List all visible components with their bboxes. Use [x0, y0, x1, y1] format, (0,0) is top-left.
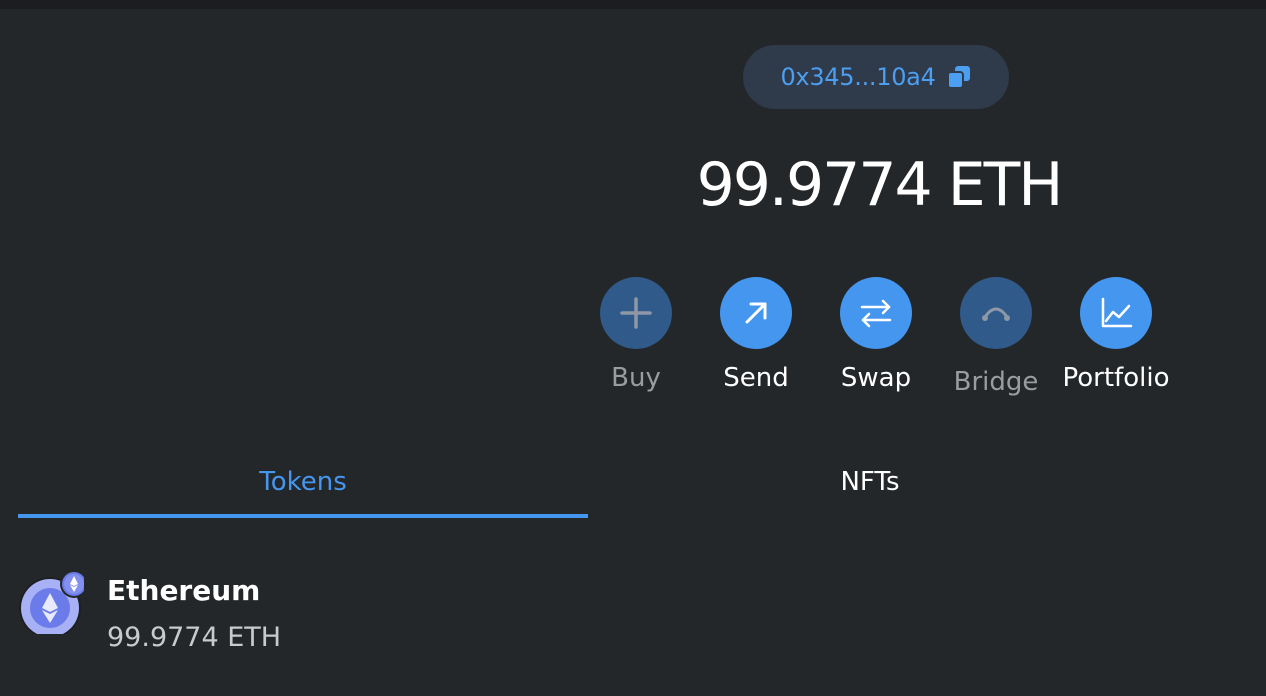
bridge-icon	[982, 307, 1010, 321]
tab-tokens[interactable]: Tokens	[18, 456, 588, 516]
copy-icon[interactable]	[946, 64, 972, 90]
buy-button[interactable]: Buy	[576, 277, 696, 393]
swap-button[interactable]: Swap	[816, 277, 936, 393]
bridge-button-circle[interactable]	[960, 277, 1032, 349]
token-name: Ethereum	[107, 574, 261, 607]
chart-icon	[1101, 297, 1133, 328]
bridge-button[interactable]: Bridge	[936, 277, 1056, 397]
portfolio-button[interactable]: Portfolio	[1056, 277, 1176, 393]
send-button[interactable]: Send	[696, 277, 816, 393]
active-tab-indicator	[18, 514, 588, 518]
swap-button-circle[interactable]	[840, 277, 912, 349]
portfolio-button-circle[interactable]	[1080, 277, 1152, 349]
token-list-item[interactable]: Ethereum 99.9774 ETH	[18, 560, 1218, 660]
send-label: Send	[723, 363, 789, 393]
portfolio-label: Portfolio	[1062, 363, 1170, 393]
bridge-label: Bridge	[953, 367, 1039, 397]
account-address: 0x345...10a4	[780, 63, 936, 91]
swap-label: Swap	[840, 363, 912, 393]
send-button-circle[interactable]	[720, 277, 792, 349]
ethereum-icon	[18, 568, 88, 639]
swap-arrows-icon	[860, 299, 892, 328]
account-address-button[interactable]: 0x345...10a4	[743, 45, 1009, 109]
asset-tabs: Tokens NFTs	[18, 456, 1266, 520]
tab-nfts[interactable]: NFTs	[585, 456, 1155, 516]
arrow-up-right-icon	[745, 302, 767, 324]
account-balance: 99.9774 ETH	[696, 150, 1064, 220]
buy-label: Buy	[611, 363, 661, 393]
token-balance: 99.9774 ETH	[107, 622, 282, 653]
buy-button-circle[interactable]	[600, 277, 672, 349]
plus-icon	[620, 297, 652, 329]
top-bar	[0, 0, 1266, 9]
